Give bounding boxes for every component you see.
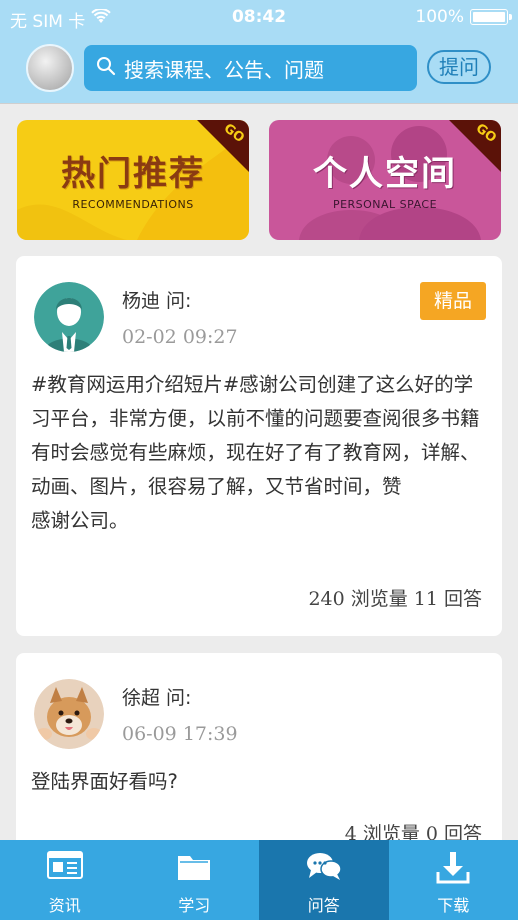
news-icon: [46, 850, 83, 884]
asker-avatar[interactable]: [34, 282, 104, 352]
banner-subtitle: RECOMMENDATIONS: [72, 198, 194, 211]
tab-label: 资讯: [48, 896, 81, 915]
folder-icon: [176, 850, 212, 886]
tab-download[interactable]: 下载: [389, 840, 518, 920]
question-body: 登陆界面好看吗?: [31, 770, 178, 793]
search-placeholder: 搜索课程、公告、问题: [124, 57, 324, 82]
tab-bar: 资讯 学习 问答 下载: [0, 840, 518, 920]
status-right: 100%: [415, 7, 512, 27]
featured-badge: 精品: [420, 282, 486, 320]
question-time: 02-02 09:27: [122, 326, 238, 348]
battery-percent: 100%: [415, 7, 464, 27]
download-icon: [435, 850, 471, 888]
search-input[interactable]: 搜索课程、公告、问题: [84, 45, 417, 91]
ask-question-button[interactable]: 提问: [427, 50, 491, 84]
tab-label: 学习: [178, 896, 211, 915]
battery-icon: [470, 9, 512, 25]
status-bar: 无 SIM 卡 08:42 100%: [0, 0, 518, 34]
question-time: 06-09 17:39: [122, 723, 238, 745]
banner-recommendations[interactable]: 热门推荐 RECOMMENDATIONS GO: [17, 120, 249, 240]
tab-label: 问答: [307, 896, 340, 915]
tab-news[interactable]: 资讯: [0, 840, 130, 920]
question-card[interactable]: 徐超 问: 06-09 17:39 登陆界面好看吗? 4 浏览量 0 回答: [16, 653, 502, 853]
header: 无 SIM 卡 08:42 100% 搜索课程、公告、问题 提问: [0, 0, 518, 104]
banner-personal-space[interactable]: 个人空间 PERSONAL SPACE GO: [269, 120, 501, 240]
question-stats: 240 浏览量 11 回答: [308, 588, 482, 610]
asker-avatar[interactable]: [34, 679, 104, 749]
banner-subtitle: PERSONAL SPACE: [332, 198, 438, 211]
question-card[interactable]: 杨迪 问: 02-02 09:27 精品 #教育网运用介绍短片#感谢公司创建了这…: [16, 256, 502, 636]
chat-icon: [305, 850, 343, 886]
tab-qa[interactable]: 问答: [259, 840, 389, 920]
asker-name: 杨迪 问:: [122, 290, 192, 312]
tab-study[interactable]: 学习: [130, 840, 260, 920]
tab-label: 下载: [437, 896, 470, 915]
asker-name: 徐超 问:: [122, 687, 192, 709]
user-avatar[interactable]: [26, 44, 74, 92]
search-icon: [96, 56, 116, 81]
question-body: #教育网运用介绍短片#感谢公司创建了这么好的学习平台，非常方便，以前不懂的问题要…: [31, 373, 480, 532]
